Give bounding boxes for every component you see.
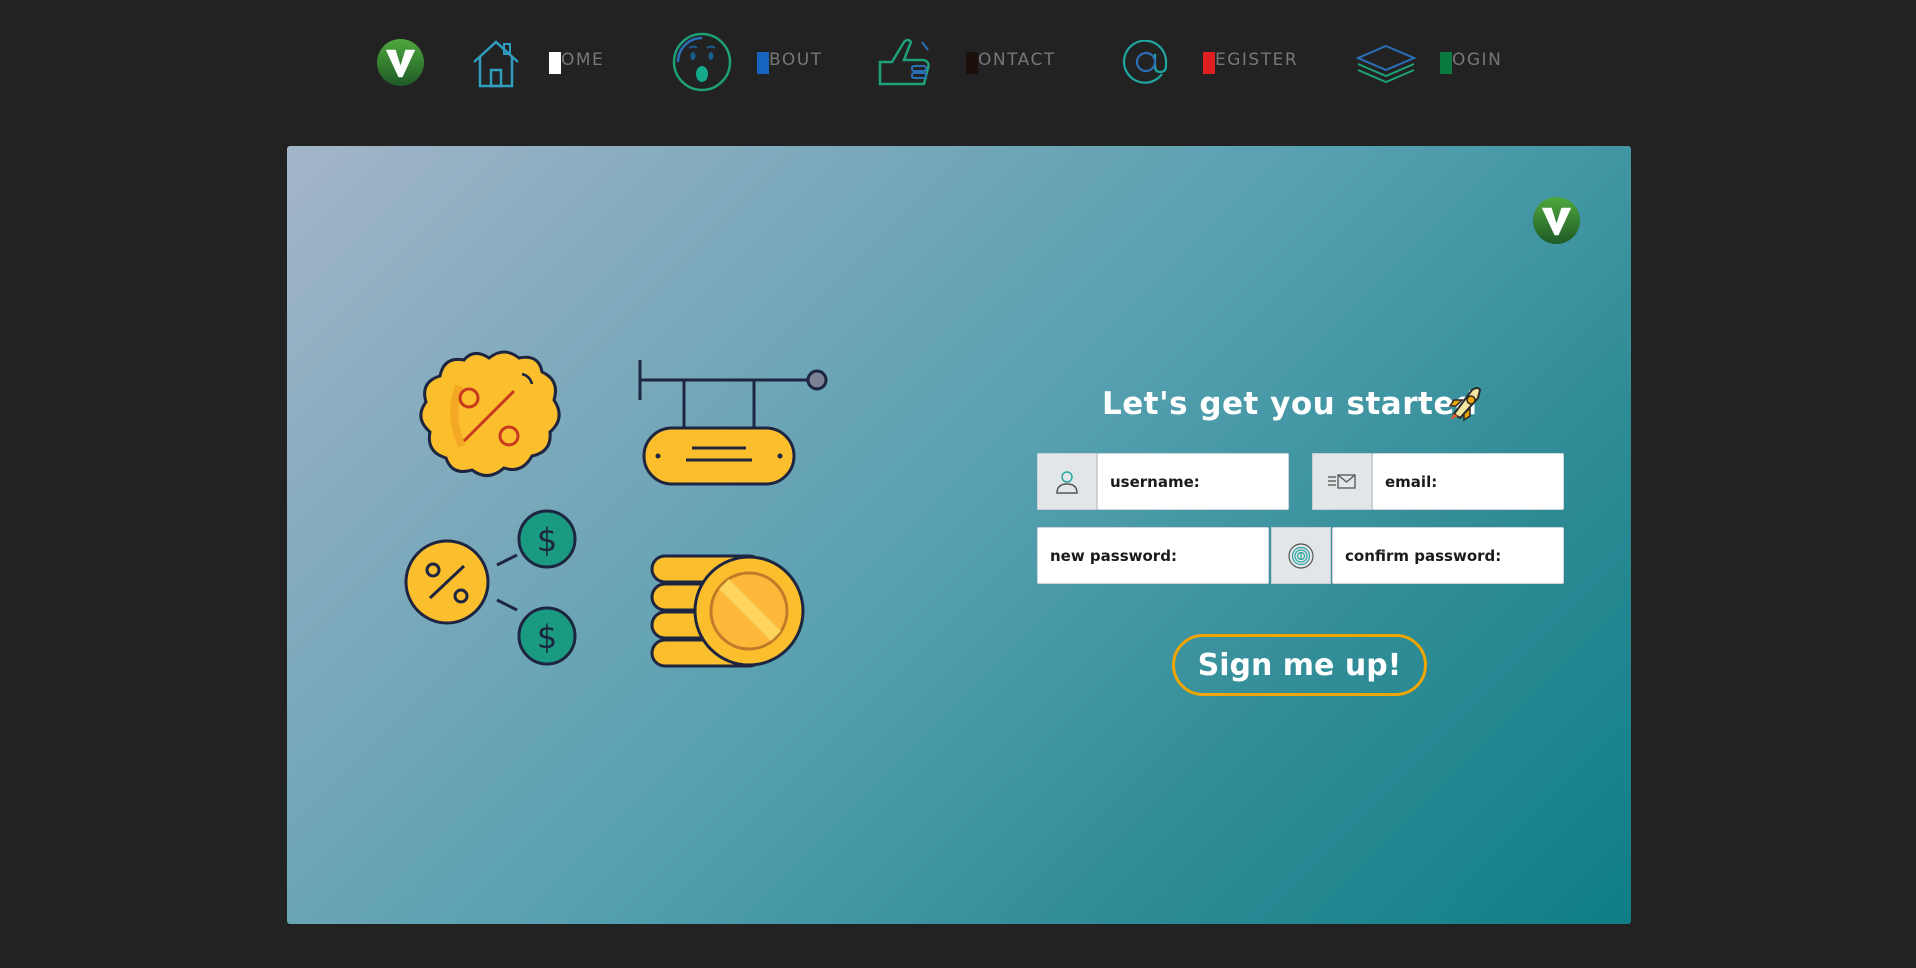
email-field[interactable] xyxy=(1372,453,1564,510)
percent-dollar-icon: $ $ xyxy=(404,509,577,666)
at-sign-icon xyxy=(1122,40,1168,84)
coin-stack-icon xyxy=(650,554,805,668)
nav-label: EGISTER xyxy=(1215,50,1299,70)
nav-label: OGIN xyxy=(1452,50,1503,70)
finance-illustration: $ $ xyxy=(404,350,828,668)
confirm-password-field[interactable] xyxy=(1332,527,1564,584)
nav-item-about[interactable]: BOUT xyxy=(672,30,832,94)
form-title-text: Let's get you started xyxy=(1102,386,1478,422)
svg-text:$: $ xyxy=(537,521,557,559)
svg-text:$: $ xyxy=(537,618,557,656)
discount-badge-icon xyxy=(419,350,561,477)
signup-card: $ $ Let's get you started username: emai… xyxy=(287,146,1631,924)
nav-mark xyxy=(1203,52,1215,74)
nav-mark xyxy=(549,52,561,74)
house-icon xyxy=(473,40,519,88)
layers-icon xyxy=(1356,44,1416,84)
user-icon xyxy=(1056,470,1078,494)
fingerprint-icon xyxy=(1288,542,1314,569)
surprised-face-icon xyxy=(672,32,732,92)
new-password-field[interactable] xyxy=(1037,527,1269,584)
nav-label: ONTACT xyxy=(978,50,1056,70)
nav-item-login[interactable]: OGIN xyxy=(1356,30,1526,94)
nav-mark xyxy=(966,52,978,74)
form-title: Let's get you started xyxy=(1102,386,1631,422)
nav-label: BOUT xyxy=(769,50,823,70)
top-nav: OME BOUT ONTACT EGISTER OGIN xyxy=(0,0,1916,125)
call-me-hand-icon xyxy=(878,38,930,86)
fingerprint-addon xyxy=(1271,527,1331,584)
rocket-icon xyxy=(1448,387,1482,422)
username-field[interactable] xyxy=(1097,453,1289,510)
nav-item-home[interactable]: OME xyxy=(470,30,620,94)
sign-up-button[interactable]: Sign me up! xyxy=(1172,634,1427,696)
hanging-sign-icon xyxy=(638,360,828,486)
nav-item-register[interactable]: EGISTER xyxy=(1122,30,1312,94)
nav-mark xyxy=(757,52,769,74)
envelope-icon xyxy=(1328,473,1356,489)
user-addon xyxy=(1037,453,1097,510)
nav-item-contact[interactable]: ONTACT xyxy=(876,30,1076,94)
nav-mark xyxy=(1440,52,1452,74)
brand-logo-icon[interactable] xyxy=(376,38,425,87)
nav-label: OME xyxy=(561,50,605,70)
email-addon xyxy=(1312,453,1372,510)
brand-logo-icon xyxy=(1532,196,1581,245)
